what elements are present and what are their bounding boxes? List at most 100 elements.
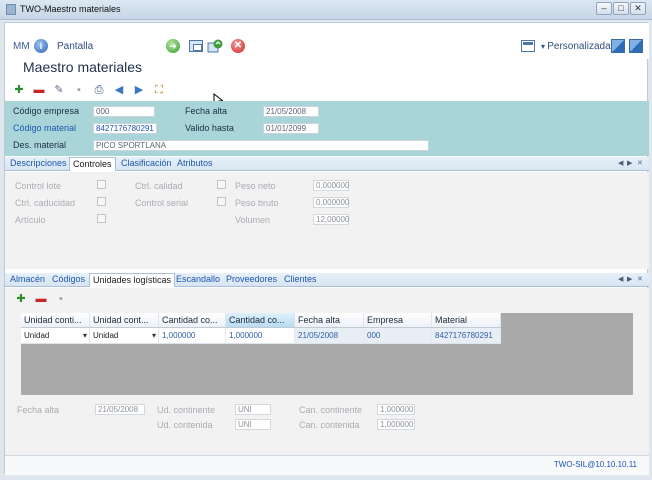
can-contenida-input[interactable]: 1,000000 xyxy=(377,419,415,430)
tab-controles[interactable]: Controles xyxy=(69,157,116,171)
new-record-icon[interactable]: ✚ xyxy=(11,82,27,98)
fecha-alta-label: Fecha alta xyxy=(185,106,228,116)
des-material-input[interactable]: PICO SPORTLANA xyxy=(93,140,429,151)
tab2-prev-icon[interactable]: ◀ xyxy=(618,275,623,283)
next-record-icon[interactable]: ▶ xyxy=(131,82,147,98)
column-header[interactable]: Fecha alta xyxy=(295,313,364,327)
window-controls: – □ ✕ xyxy=(596,2,646,15)
control-serial-checkbox[interactable] xyxy=(217,197,226,206)
control-lote-checkbox[interactable] xyxy=(97,180,106,189)
module-code[interactable]: MM xyxy=(13,41,30,52)
table-cell[interactable]: 1,000000 xyxy=(226,328,295,343)
codigo-material-label[interactable]: Código material xyxy=(13,123,76,133)
tab-atributos[interactable]: Atributos xyxy=(174,157,216,171)
grid-area: Unidad conti... Unidad cont... Cantidad … xyxy=(21,313,633,395)
tab2-close-icon[interactable]: ✕ xyxy=(637,275,643,283)
detail-fecha-alta-input[interactable]: 21/05/2008 xyxy=(95,404,145,415)
valido-hasta-input[interactable]: 01/01/2099 xyxy=(263,123,319,134)
refresh-icon[interactable] xyxy=(207,38,223,53)
column-header[interactable]: Cantidad co... xyxy=(159,313,226,327)
can-continente-input[interactable]: 1,000000 xyxy=(377,404,415,415)
ud-continente-label: Ud. continente xyxy=(157,405,216,415)
app-icon xyxy=(6,4,16,15)
fecha-alta-input[interactable]: 21/05/2008 xyxy=(263,106,319,117)
tab-codigos[interactable]: Códigos xyxy=(49,273,88,287)
personalizada-menu[interactable]: Personalizada xyxy=(541,41,610,52)
can-contenida-label: Can. contenida xyxy=(299,420,360,430)
articulo-checkbox[interactable] xyxy=(97,214,106,223)
peso-bruto-label: Peso bruto xyxy=(235,198,279,208)
edit-record-icon[interactable]: ✎ xyxy=(51,82,67,98)
des-material-label: Des. material xyxy=(13,140,67,150)
table-row[interactable]: Unidad Unidad 1,000000 1,000000 21/05/20… xyxy=(21,328,501,344)
column-header[interactable]: Empresa xyxy=(364,313,432,327)
status-bar: TWO-SIL@10.10.10.11 xyxy=(5,455,649,475)
delete-record-icon[interactable]: ▬ xyxy=(31,82,47,98)
tab-unidades-logisticas[interactable]: Unidades logísticas xyxy=(89,273,176,287)
grid-new-icon[interactable]: ✚ xyxy=(13,291,29,307)
info-icon[interactable]: i xyxy=(34,39,48,53)
unidad-contenida-select[interactable]: Unidad xyxy=(90,328,159,343)
column-header[interactable]: Cantidad co... xyxy=(226,313,295,327)
table-cell[interactable]: 8427176780291 xyxy=(432,328,501,343)
close-window-button[interactable]: ✕ xyxy=(630,2,646,15)
ud-continente-input[interactable]: UNI xyxy=(235,404,271,415)
tab2-next-icon[interactable]: ▶ xyxy=(627,275,632,283)
previous-record-icon[interactable]: ◀ xyxy=(111,82,127,98)
page-title: Maestro materiales xyxy=(23,59,143,75)
can-continente-label: Can. continente xyxy=(299,405,363,415)
tab-next-icon[interactable]: ▶ xyxy=(627,159,632,167)
control-lote-label: Control lote xyxy=(15,181,62,191)
table-cell[interactable]: 21/05/2008 xyxy=(295,328,364,343)
column-header[interactable]: Unidad cont... xyxy=(90,313,159,327)
codigo-material-input[interactable]: 8427176780291 xyxy=(93,123,157,134)
cancel-icon[interactable]: ✕ xyxy=(231,39,245,53)
layout-icon[interactable] xyxy=(611,39,625,53)
unidad-continente-select[interactable]: Unidad xyxy=(21,328,90,343)
column-header[interactable]: Material xyxy=(432,313,501,327)
tab-descripciones[interactable]: Descripciones xyxy=(7,157,70,171)
minimize-button[interactable]: – xyxy=(596,2,612,15)
main-toolbar: ✚ ▬ ✎ ▪ ⎙ ◀ ▶ ⛶ xyxy=(11,81,167,99)
ud-contenida-input[interactable]: UNI xyxy=(235,419,271,430)
pantalla-menu[interactable]: Pantalla xyxy=(57,41,93,52)
ud-contenida-label: Ud. contenida xyxy=(157,420,213,430)
save-record-icon[interactable]: ▪ xyxy=(71,82,87,98)
control-serial-label: Control serial xyxy=(135,198,189,208)
unidades-grid: Unidad conti... Unidad cont... Cantidad … xyxy=(21,313,501,344)
peso-neto-input[interactable]: 0,000000 xyxy=(313,180,349,191)
controles-panel: Control lote Ctrl. caducidad Artículo Ct… xyxy=(5,172,649,269)
ctrl-calidad-checkbox[interactable] xyxy=(217,180,226,189)
tab-close-icon[interactable]: ✕ xyxy=(637,159,643,167)
tab-clasificacion[interactable]: Clasificación xyxy=(118,157,175,171)
codigo-empresa-input[interactable]: 000 xyxy=(93,106,155,117)
tab-clientes[interactable]: Clientes xyxy=(281,273,320,287)
maximize-button[interactable]: □ xyxy=(613,2,629,15)
column-header[interactable]: Unidad conti... xyxy=(21,313,90,327)
grid-view-icon[interactable] xyxy=(521,40,535,52)
grid-save-icon[interactable]: ▪ xyxy=(53,291,69,307)
tab-proveedores[interactable]: Proveedores xyxy=(223,273,280,287)
ctrl-caducidad-checkbox[interactable] xyxy=(97,197,106,206)
master-fields: Código empresa 000 Fecha alta 21/05/2008… xyxy=(5,101,649,156)
window-titlebar: TWO-Maestro materiales – □ ✕ xyxy=(0,0,652,20)
upper-tabstrip: Descripciones Controles Clasificación At… xyxy=(5,157,649,171)
window-icon[interactable] xyxy=(189,40,203,52)
go-forward-icon[interactable]: ➜ xyxy=(166,39,180,53)
grid-delete-icon[interactable]: ▬ xyxy=(33,291,49,307)
print-icon[interactable]: ⎙ xyxy=(91,82,107,98)
top-bar: MM i Pantalla ➜ ✕ Personalizada xyxy=(5,23,649,59)
tab-almacen[interactable]: Almacén xyxy=(7,273,48,287)
volumen-label: Volumen xyxy=(235,215,271,225)
volumen-input[interactable]: 12,00000 xyxy=(313,214,349,225)
table-cell[interactable]: 000 xyxy=(364,328,432,343)
tab-escandallo[interactable]: Escandallo xyxy=(173,273,223,287)
codigo-empresa-label: Código empresa xyxy=(13,106,80,116)
hierarchy-icon[interactable]: ⛶ xyxy=(151,82,167,98)
table-cell[interactable]: 1,000000 xyxy=(159,328,226,343)
layout-alt-icon[interactable] xyxy=(629,39,643,53)
ctrl-calidad-label: Ctrl. calidad xyxy=(135,181,183,191)
server-status: TWO-SIL@10.10.10.11 xyxy=(553,460,637,469)
tab-prev-icon[interactable]: ◀ xyxy=(618,159,623,167)
peso-bruto-input[interactable]: 0,000000 xyxy=(313,197,349,208)
